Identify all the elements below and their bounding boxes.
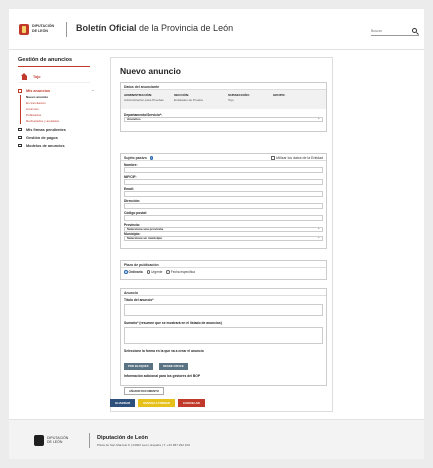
sidebar-home-label: Tojo	[33, 74, 41, 79]
cancelar-button[interactable]: CANCELAR	[177, 399, 205, 407]
page-title: Nuevo anuncio	[120, 66, 181, 76]
anunciante-info: ADMINISTRACIÓN: Administración para Prue…	[121, 90, 326, 109]
footer-title: Diputación de León	[97, 435, 149, 441]
sidebar: Gestión de anuncios Tojo Mis anuncios − …	[18, 57, 103, 150]
sidebar-item-mis-anuncios[interactable]: Mis anuncios −	[18, 87, 94, 95]
site-title-rest: de la Provincia de León	[136, 23, 234, 33]
diputacion-logo-icon[interactable]	[19, 24, 29, 35]
subseccion-value: Tojo	[228, 98, 234, 102]
administracion-col: ADMINISTRACIÓN: Administración para Prue…	[124, 93, 164, 102]
sidebar-group-mis-anuncios: Mis anuncios − Nuevo anuncio En tramitac…	[18, 87, 94, 150]
search-icon[interactable]	[412, 28, 417, 33]
nombre-input[interactable]	[124, 167, 323, 173]
grupo-label: GRUPO:	[273, 93, 286, 97]
use-entity-checkbox[interactable]	[271, 156, 275, 160]
sidebar-title: Gestión de anuncios	[18, 57, 90, 67]
option-ordinaria-label: Ordinaria	[128, 270, 143, 274]
page: DIPUTACIÓN DE LEÓN Boletín Oficial de la…	[9, 9, 424, 459]
firma-buttons: POR BLOQUES DESDE OFFICE	[121, 354, 326, 372]
search-box	[371, 27, 419, 36]
main-content: Nuevo anuncio Datos del anunciante ADMIN…	[110, 57, 333, 412]
card-title-row: Sujeto pasivo Utilizar los datos de la E…	[121, 154, 326, 161]
seccion-value: Entidades de Prueba	[174, 98, 203, 102]
info-adicional-label: Información adicional para los gestores …	[124, 374, 201, 378]
use-entity-label: Utilizar los datos de la Entidad	[275, 156, 323, 160]
direccion-input[interactable]	[124, 203, 323, 209]
logo-text: DIPUTACIÓN DE LEÓN	[32, 24, 55, 33]
sidebar-item-home[interactable]: Tojo	[18, 71, 90, 83]
info-icon[interactable]	[149, 156, 154, 160]
card-title: Anuncio	[121, 289, 326, 296]
municipio-select[interactable]: Seleccione un municipio	[124, 236, 323, 241]
search-input[interactable]	[371, 27, 409, 35]
card-title: Sujeto pasivo	[124, 156, 147, 160]
card-title: Datos del anunciante	[121, 83, 326, 90]
plazo-options: Ordinaria Urgente Fecha específica	[121, 268, 326, 276]
card-plazo: Plazo de publicación Ordinaria Urgente F…	[120, 260, 327, 280]
radio-urgente[interactable]	[146, 270, 151, 274]
grid-icon	[18, 89, 22, 93]
sidebar-item-modelos[interactable]: Modelos de anuncios	[18, 142, 94, 150]
sidebar-group-label: Mis anuncios	[26, 89, 51, 93]
sidebar-item-pagos[interactable]: Gestión de pagos	[18, 134, 94, 142]
desde-office-button[interactable]: DESDE OFFICE	[159, 362, 188, 370]
titulo-input[interactable]	[124, 304, 323, 316]
footer-logo-icon	[34, 435, 44, 446]
home-icon	[21, 72, 27, 80]
radio-fecha[interactable]	[166, 270, 170, 274]
signature-icon	[18, 127, 22, 132]
guardar-button[interactable]: GUARDAR	[110, 399, 136, 407]
sumario-label: Sumario* (resumen que se mostrará en el …	[124, 321, 222, 325]
radio-ordinaria[interactable]	[124, 270, 128, 274]
subseccion-label: SUBSECCIÓN:	[228, 93, 250, 97]
card-anunciante: Datos del anunciante ADMINISTRACIÓN: Adm…	[120, 82, 327, 132]
site-header: DIPUTACIÓN DE LEÓN Boletín Oficial de la…	[9, 9, 424, 50]
por-bloques-button[interactable]: POR BLOQUES	[124, 362, 153, 370]
sidebar-item-firmas[interactable]: Mis firmas pendientes	[18, 126, 94, 134]
folder-icon	[18, 143, 22, 148]
card-title: Plazo de publicación	[121, 261, 326, 268]
option-ordinaria[interactable]: Ordinaria	[124, 270, 143, 274]
option-fecha[interactable]: Fecha específica	[166, 270, 195, 274]
seccion-label: SECCIÓN:	[174, 93, 190, 97]
option-urgente-label: Urgente	[151, 270, 163, 274]
sumario-textarea[interactable]	[124, 327, 323, 344]
card-anuncio: Anuncio Título del anuncio* Sumario* (re…	[120, 288, 327, 395]
folder-icon	[18, 135, 22, 140]
option-fecha-label: Fecha específica	[170, 270, 195, 274]
site-footer: DIPUTACIÓN DE LEÓN Diputación de León Pl…	[9, 419, 424, 459]
firma-label: Seleccione la forma en la que va a crear…	[124, 349, 204, 353]
subseccion-col: SUBSECCIÓN: Tojo	[228, 93, 250, 102]
administracion-label: ADMINISTRACIÓN:	[124, 93, 153, 97]
provincia-select[interactable]: Seleccione una provincia	[124, 227, 323, 232]
header-divider	[66, 22, 67, 37]
departamento-select[interactable]: Anuncios	[124, 117, 323, 122]
seccion-col: SECCIÓN: Entidades de Prueba	[174, 93, 203, 102]
site-title-bold: Boletín Oficial	[76, 23, 137, 33]
form-actions: GUARDAR ENVIAR A FIRMAR CANCELAR	[110, 399, 205, 407]
grupo-col: GRUPO:	[273, 93, 285, 97]
sidebar-link-label: Gestión de pagos	[26, 135, 58, 140]
codigo-postal-input[interactable]	[124, 215, 323, 221]
collapse-icon[interactable]: −	[92, 89, 94, 93]
email-input[interactable]	[124, 191, 323, 197]
card-sujeto-pasivo: Sujeto pasivo Utilizar los datos de la E…	[120, 153, 327, 249]
administracion-value: Administración para Pruebas	[124, 98, 164, 102]
footer-logo-text: DIPUTACIÓN DE LEÓN	[47, 436, 69, 445]
footer-address: Plaza de San Marcelo 6 | 24002 León, Esp…	[97, 443, 190, 447]
anadir-documento-button[interactable]: AÑADIR DOCUMENTO	[124, 387, 164, 395]
use-entity-option[interactable]: Utilizar los datos de la Entidad	[271, 156, 323, 160]
footer-divider	[89, 433, 90, 448]
nif-input[interactable]	[124, 179, 323, 185]
sidebar-link-label: Mis firmas pendientes	[26, 127, 66, 132]
doc-buttons: AÑADIR DOCUMENTO	[121, 379, 326, 397]
sidebar-subitem-rechazados[interactable]: Rechazados y anulados	[26, 118, 94, 124]
option-urgente[interactable]: Urgente	[146, 270, 163, 274]
titulo-label: Título del anuncio*	[124, 298, 154, 302]
site-title[interactable]: Boletín Oficial de la Provincia de León	[76, 23, 233, 33]
enviar-firmar-button[interactable]: ENVIAR A FIRMAR	[138, 399, 175, 407]
sidebar-submenu: Nuevo anuncio En tramitación Anuncios Pu…	[20, 95, 94, 124]
sidebar-link-label: Modelos de anuncios	[26, 143, 65, 148]
